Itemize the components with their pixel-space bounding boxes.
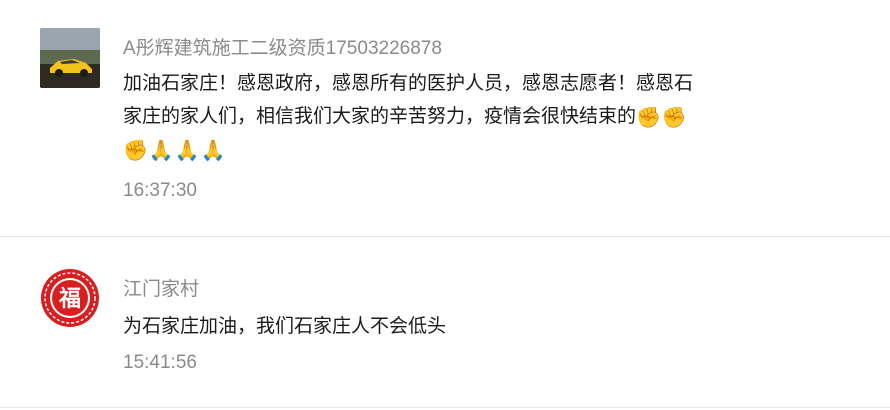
user-avatar[interactable]: [40, 28, 100, 88]
comment-text-line: 加油石家庄！感恩政府，感恩所有的医护人员，感恩志愿者！感恩石: [123, 73, 694, 94]
fu-papercut-icon: 福: [41, 269, 99, 327]
fist-emoji-icon: ✊: [661, 107, 687, 129]
fist-emoji-icon: ✊: [123, 140, 148, 162]
comment-text: 加油石家庄！感恩政府，感恩所有的医护人员，感恩志愿者！感恩石 家庄的家人们，相信…: [123, 67, 783, 166]
svg-text:福: 福: [58, 287, 81, 312]
pray-emoji-icon: 🙏: [200, 140, 226, 162]
fist-emoji-icon: ✊: [636, 107, 661, 129]
pray-emoji-icon: 🙏: [174, 140, 200, 162]
comment-text-segment: 家庄的家人们，相信我们大家的辛苦努力，疫情会很快结束的: [123, 106, 637, 127]
comment-divider: [0, 236, 890, 237]
comment-text-line: 家庄的家人们，相信我们大家的辛苦努力，疫情会很快结束的✊✊: [123, 100, 783, 133]
pray-emoji-icon: 🙏: [148, 140, 174, 162]
sports-car-icon: [40, 28, 100, 88]
comment-text-line: ✊🙏🙏🙏: [123, 133, 783, 166]
comment-text: 为石家庄加油，我们石家庄人不会低头: [123, 316, 447, 337]
user-avatar[interactable]: 福: [40, 268, 100, 328]
comment-username[interactable]: A彤辉建筑施工二级资质17503226878: [123, 33, 442, 60]
comment-divider: [0, 407, 890, 408]
comment-timestamp: 15:41:56: [123, 352, 197, 373]
comment-username[interactable]: 江门家村: [123, 274, 199, 301]
comment-timestamp: 16:37:30: [123, 180, 197, 201]
